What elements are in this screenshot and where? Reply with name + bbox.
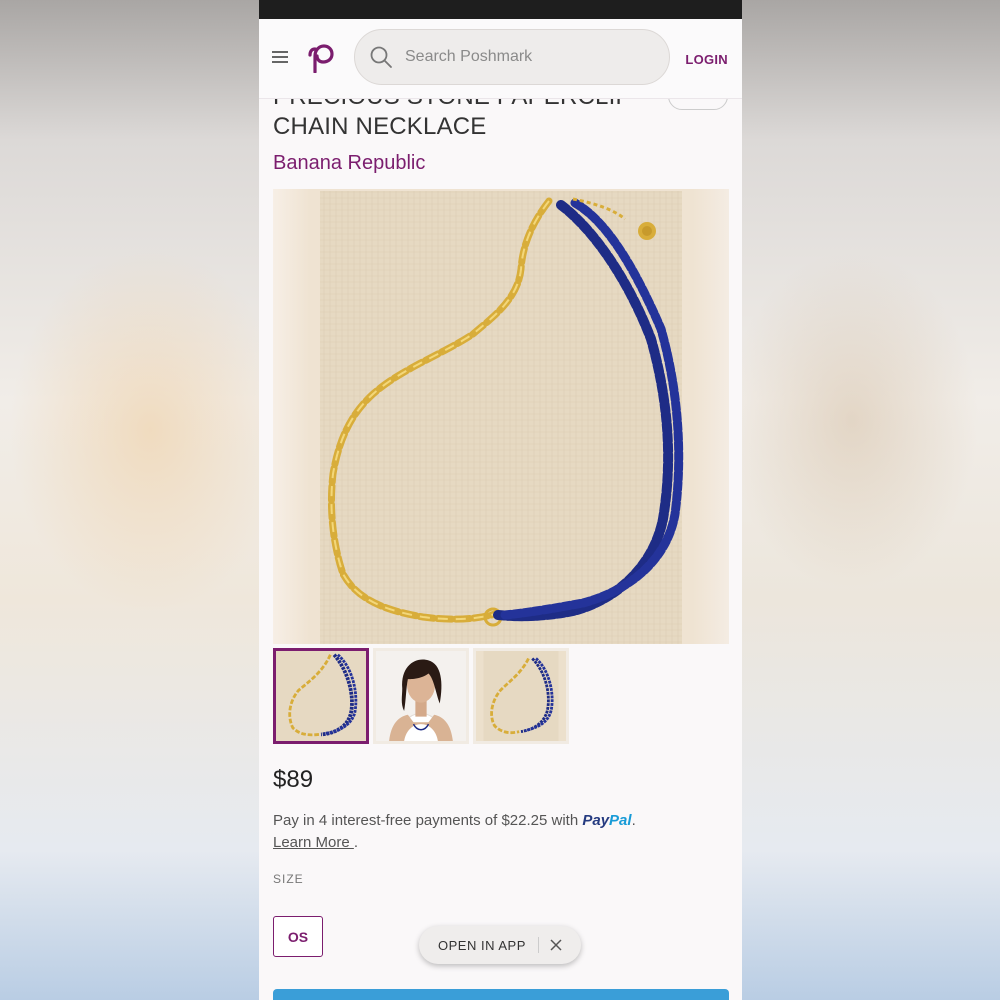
necklace-alt-thumbnail: [476, 651, 566, 741]
brand-link[interactable]: Banana Republic: [273, 152, 425, 175]
paypal-installments: Pay in 4 interest-free payments of $22.2…: [273, 810, 733, 854]
listing-price: $89: [273, 766, 314, 793]
model-wearing-necklace-thumbnail: [376, 651, 466, 741]
thumbnail-1[interactable]: [273, 648, 369, 744]
main-product-image[interactable]: [273, 189, 729, 644]
search-input[interactable]: [405, 37, 669, 77]
open-in-app-banner: OPEN IN APP: [419, 926, 581, 964]
mobile-page: PRECIOUS STONE PAPERCLIP CHAIN NECKLACE …: [259, 0, 742, 1000]
top-nav: LOGIN: [259, 19, 742, 99]
listing-content: PRECIOUS STONE PAPERCLIP CHAIN NECKLACE …: [259, 0, 742, 1000]
thumbnail-3[interactable]: [473, 648, 569, 744]
necklace-photo: [320, 191, 684, 644]
thumbnail-strip: [273, 648, 569, 744]
hamburger-menu-icon[interactable]: [272, 51, 288, 65]
paypal-logo-pal: Pal: [609, 812, 632, 829]
paypal-logo-pay: Pay: [582, 812, 610, 829]
thumbnail-2[interactable]: [373, 648, 469, 744]
payment-suffix: .: [631, 812, 636, 829]
open-in-app-button[interactable]: OPEN IN APP: [438, 938, 526, 953]
background-blur-left: [0, 0, 259, 1000]
login-button[interactable]: LOGIN: [685, 52, 728, 67]
search-bar[interactable]: [354, 29, 670, 85]
listing-title-line-2: CHAIN NECKLACE: [273, 113, 487, 140]
payment-text: Pay in 4 interest-free payments of $22.2…: [273, 812, 583, 829]
paypal-logo: PayPal: [582, 812, 631, 829]
necklace-thumbnail: [276, 651, 366, 741]
close-icon[interactable]: [550, 939, 562, 951]
background-blur-right: [742, 0, 1000, 1000]
search-icon: [370, 46, 392, 68]
size-label: SIZE: [273, 872, 304, 886]
banner-divider: [537, 937, 539, 953]
size-option-os[interactable]: OS: [273, 916, 323, 957]
learn-more-suffix: .: [353, 834, 359, 851]
buy-button[interactable]: [273, 989, 729, 1000]
poshmark-logo-icon[interactable]: [307, 43, 335, 73]
learn-more-link[interactable]: Learn More: [273, 834, 354, 851]
